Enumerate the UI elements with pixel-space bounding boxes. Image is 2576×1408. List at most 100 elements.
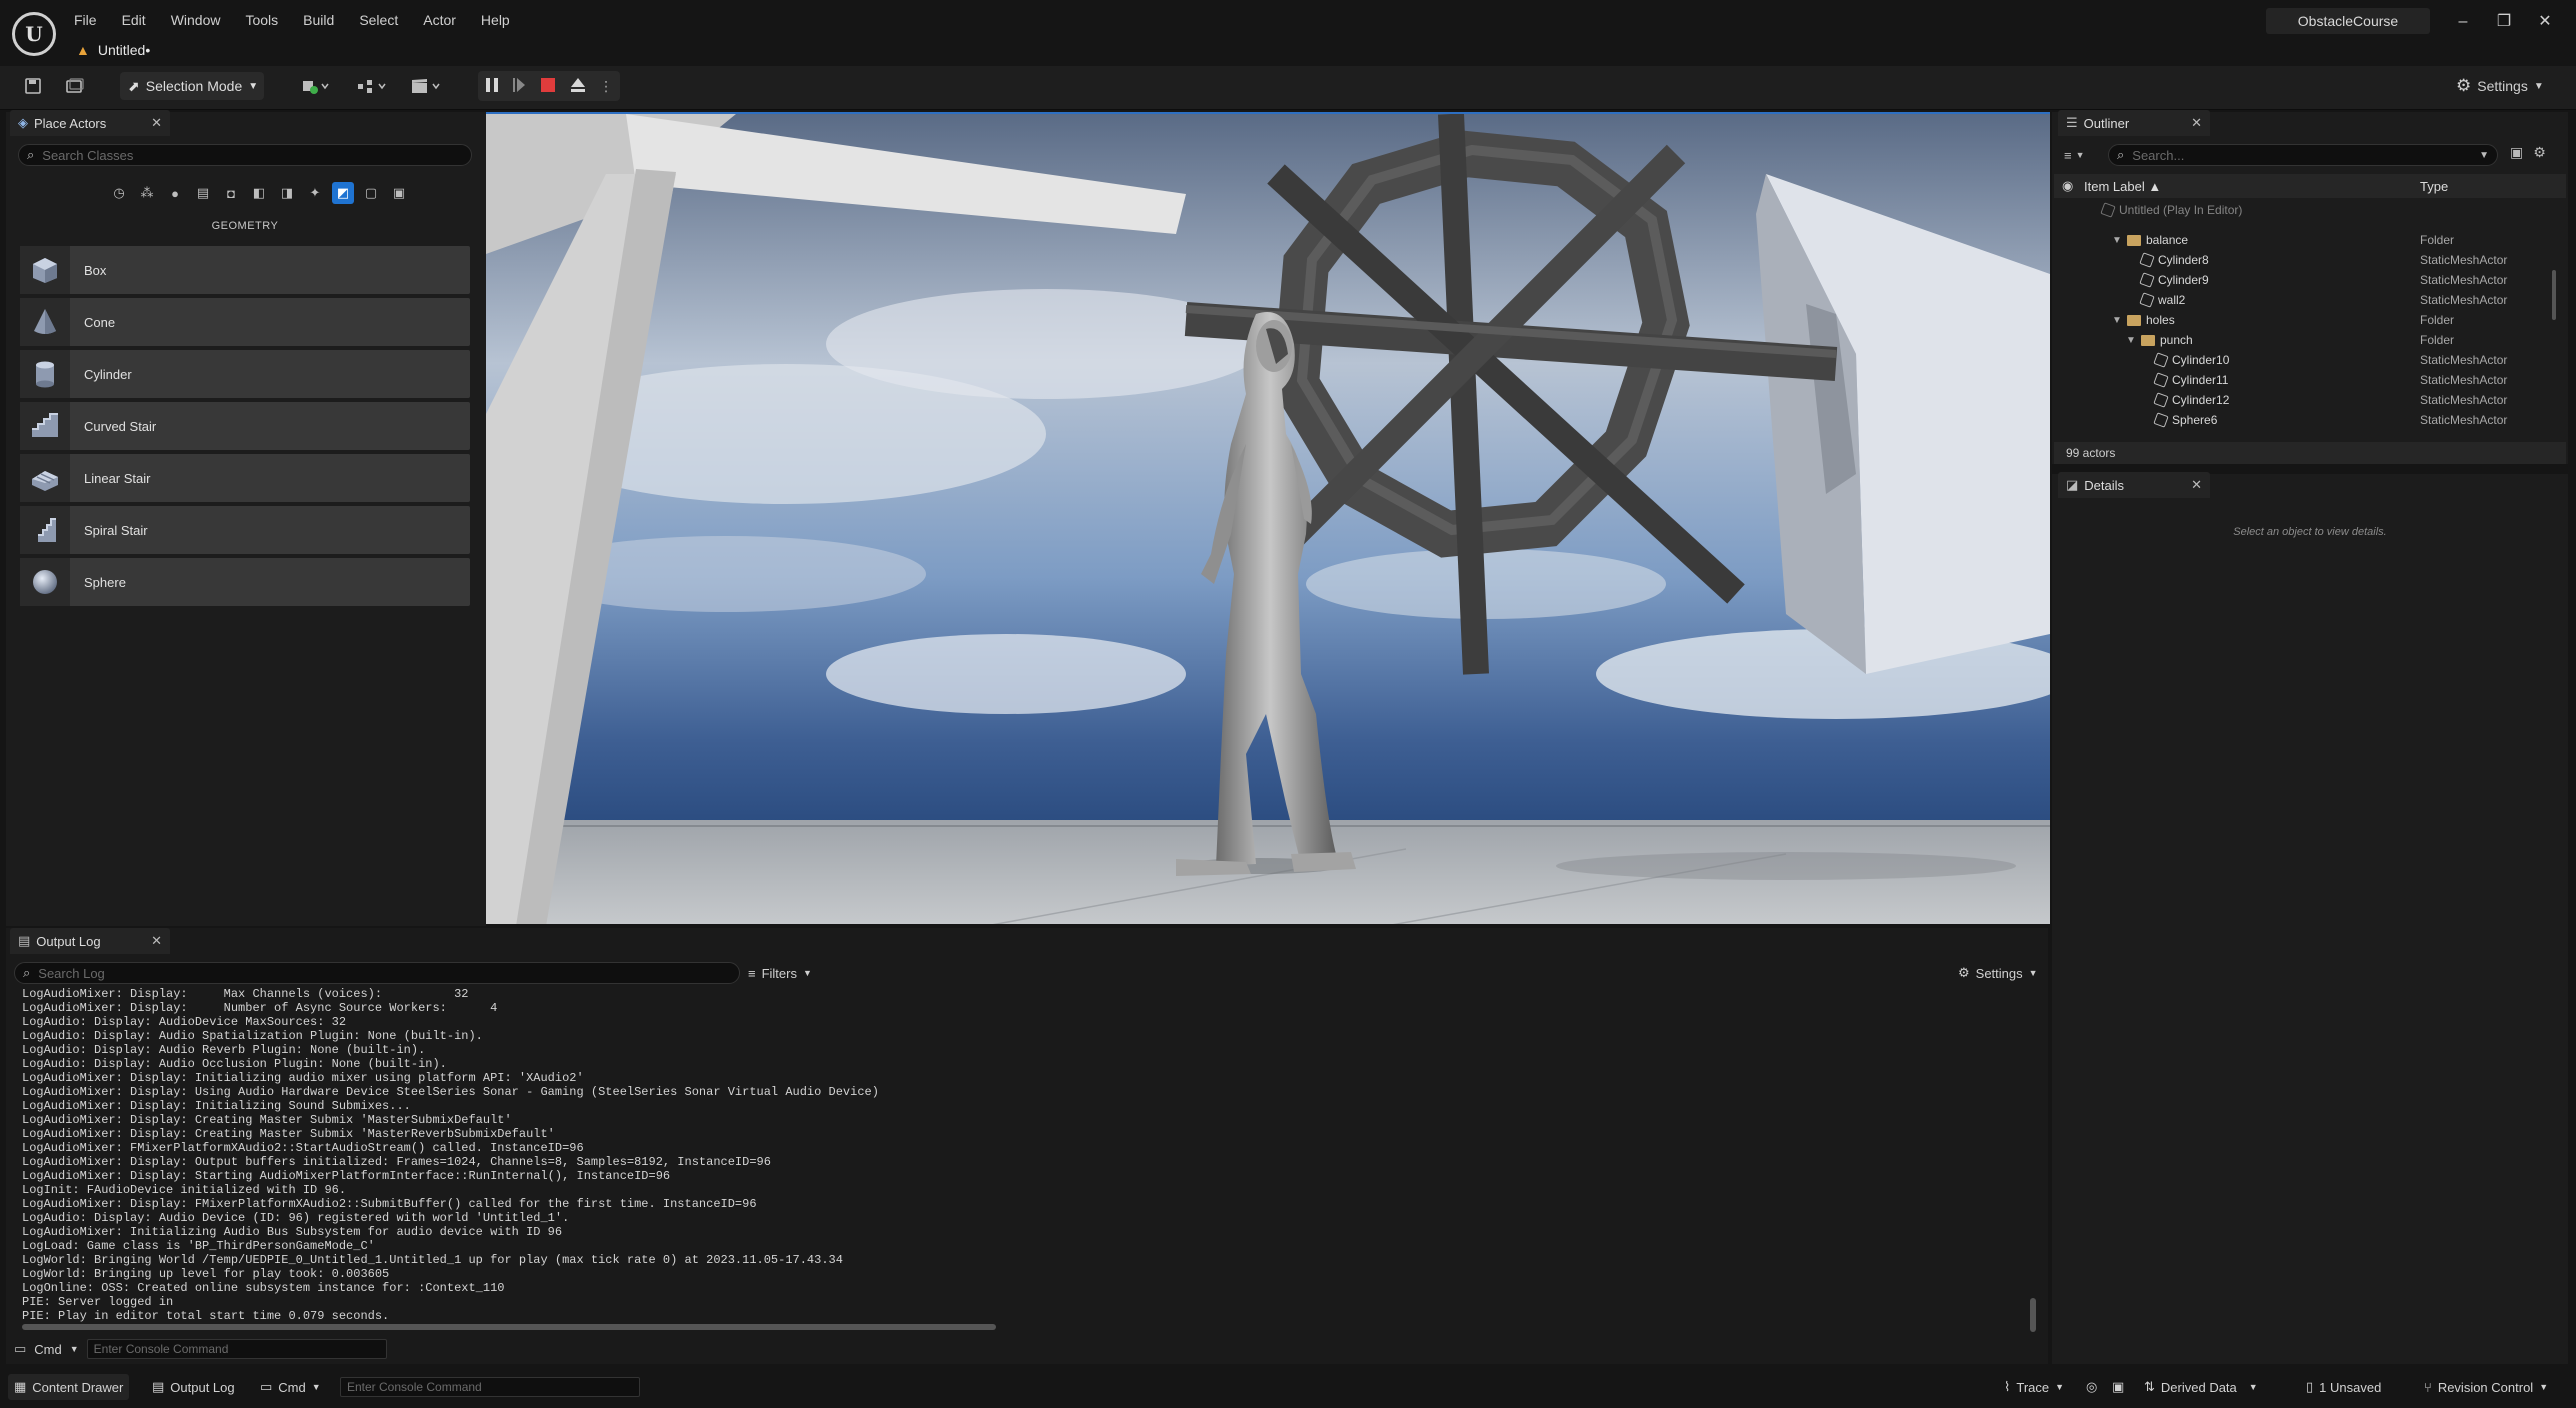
- shapes-icon[interactable]: ⁂: [136, 182, 158, 204]
- place-actors-tab[interactable]: ◈ Place Actors ✕: [10, 110, 170, 136]
- unreal-logo-icon[interactable]: U: [12, 12, 56, 56]
- all-classes-icon[interactable]: ✦: [304, 182, 326, 204]
- static-mesh-icon: [2139, 292, 2155, 308]
- close-icon[interactable]: ✕: [151, 933, 162, 949]
- content-drawer-button[interactable]: ▦ Content Drawer: [8, 1374, 130, 1400]
- close-window-button[interactable]: ✕: [2530, 10, 2560, 34]
- log-filters-button[interactable]: ≡ Filters ▼: [748, 962, 812, 984]
- visibility-eye-icon[interactable]: ◉: [2062, 178, 2073, 194]
- unsaved-button[interactable]: ▯ 1 Unsaved: [2300, 1374, 2387, 1400]
- cinematics-icon[interactable]: [406, 73, 446, 99]
- menu-file[interactable]: File: [74, 12, 97, 28]
- actor-item-cylinder[interactable]: Cylinder: [20, 350, 470, 398]
- actor-item-spiral-stair[interactable]: Spiral Stair: [20, 506, 470, 554]
- basic-icon[interactable]: ▢: [360, 182, 382, 204]
- outliner-search-input[interactable]: ⌕ Search... ▼: [2108, 144, 2498, 166]
- minimize-button[interactable]: –: [2448, 10, 2478, 34]
- close-icon[interactable]: ✕: [151, 115, 162, 131]
- more-options-icon[interactable]: ⋮: [599, 78, 613, 95]
- selection-mode-dropdown[interactable]: ⬈ Selection Mode ▼: [120, 72, 264, 100]
- settings-button[interactable]: ⚙ Settings ▼: [2456, 72, 2544, 100]
- content-browser-icon[interactable]: [62, 73, 88, 99]
- outliner-row[interactable]: wall2 StaticMeshActor: [2054, 290, 2550, 310]
- type-column[interactable]: Type: [2420, 179, 2448, 194]
- output-log-button[interactable]: ▤ Output Log: [146, 1374, 241, 1400]
- expand-arrow-icon[interactable]: ▼: [2126, 335, 2136, 346]
- add-actor-icon[interactable]: [296, 73, 336, 99]
- outliner-row[interactable]: Cylinder10 StaticMeshActor: [2054, 350, 2550, 370]
- cinematic-icon[interactable]: ▤: [192, 182, 214, 204]
- save-icon[interactable]: [20, 73, 46, 99]
- status-console-input[interactable]: Enter Console Command: [340, 1377, 640, 1397]
- outliner-row[interactable]: ▼ punch Folder: [2054, 330, 2550, 350]
- outliner-scrollbar[interactable]: [2552, 270, 2556, 320]
- outliner-row-label-wrap: Cylinder12: [2140, 392, 2229, 408]
- cmd-dropdown[interactable]: Cmd: [34, 1342, 61, 1357]
- extra-icon[interactable]: ▣: [388, 182, 410, 204]
- console-command-input[interactable]: Enter Console Command: [86, 1339, 387, 1359]
- close-icon[interactable]: ✕: [2191, 477, 2202, 493]
- content-drawer-label: Content Drawer: [32, 1379, 124, 1395]
- menu-actor[interactable]: Actor: [423, 12, 456, 28]
- outliner-tab[interactable]: ☰ Outliner ✕: [2058, 110, 2210, 136]
- output-log-tab[interactable]: ▤ Output Log ✕: [10, 928, 170, 954]
- actor-item-sphere[interactable]: Sphere: [20, 558, 470, 606]
- document-tab[interactable]: ▲ Untitled•: [76, 38, 150, 62]
- folder-icon: [2127, 314, 2141, 326]
- search-log-input[interactable]: ⌕ Search Log: [14, 962, 740, 984]
- menu-edit[interactable]: Edit: [122, 12, 146, 28]
- level-viewport[interactable]: [486, 112, 2050, 924]
- outliner-row[interactable]: Cylinder8 StaticMeshActor: [2054, 250, 2550, 270]
- actor-item-box[interactable]: Box: [20, 246, 470, 294]
- add-folder-icon[interactable]: ▣: [2510, 144, 2523, 166]
- actor-item-linear-stair[interactable]: Linear Stair: [20, 454, 470, 502]
- stop-icon[interactable]: [540, 77, 556, 96]
- outliner-row[interactable]: Cylinder12 StaticMeshActor: [2054, 390, 2550, 410]
- record-icon[interactable]: ◎: [2080, 1374, 2103, 1400]
- lights-icon[interactable]: ●: [164, 182, 186, 204]
- outliner-row[interactable]: ▼ balance Folder: [2054, 230, 2550, 250]
- screenshot-icon[interactable]: ▣: [2106, 1374, 2130, 1400]
- menu-tools[interactable]: Tools: [245, 12, 278, 28]
- outliner-icon: ☰: [2066, 115, 2078, 130]
- status-cmd-dropdown[interactable]: ▭ Cmd ▼: [254, 1374, 327, 1400]
- gear-icon[interactable]: ⚙: [2533, 144, 2546, 166]
- search-classes-input[interactable]: ⌕ Search Classes: [18, 144, 472, 166]
- actor-item-cone[interactable]: Cone: [20, 298, 470, 346]
- expand-arrow-icon[interactable]: ▼: [2112, 315, 2122, 326]
- log-line: LogLoad: Game class is 'BP_ThirdPersonGa…: [22, 1239, 375, 1253]
- menu-help[interactable]: Help: [481, 12, 510, 28]
- expand-arrow-icon[interactable]: ▼: [2112, 235, 2122, 246]
- frame-skip-icon[interactable]: [512, 77, 526, 96]
- log-line: LogAudioMixer: Display: Output buffers i…: [22, 1155, 771, 1169]
- log-vertical-scrollbar[interactable]: [2030, 1298, 2036, 1332]
- outliner-root-row[interactable]: Untitled (Play In Editor): [2054, 200, 2550, 220]
- outliner-row[interactable]: Cylinder9 StaticMeshActor: [2054, 270, 2550, 290]
- item-label-column[interactable]: Item Label ▲: [2084, 179, 2161, 194]
- triggers-icon[interactable]: ◨: [276, 182, 298, 204]
- close-icon[interactable]: ✕: [2191, 115, 2202, 131]
- restore-button[interactable]: ❐: [2489, 10, 2519, 34]
- details-tab[interactable]: ◪ Details ✕: [2058, 472, 2210, 498]
- log-horizontal-scrollbar[interactable]: [22, 1324, 996, 1330]
- menu-build[interactable]: Build: [303, 12, 334, 28]
- outliner-filter-button[interactable]: ≡ ▼: [2064, 144, 2104, 166]
- menu-window[interactable]: Window: [171, 12, 221, 28]
- trace-button[interactable]: ⌇ Trace ▼: [1998, 1374, 2070, 1400]
- outliner-row[interactable]: Cylinder11 StaticMeshActor: [2054, 370, 2550, 390]
- visual-effects-icon[interactable]: ◘: [220, 182, 242, 204]
- blueprint-icon[interactable]: [352, 73, 392, 99]
- outliner-row[interactable]: ▼ holes Folder: [2054, 310, 2550, 330]
- derived-data-button[interactable]: ⇅ Derived Data ▼: [2138, 1374, 2264, 1400]
- outliner-header: ◉ Item Label ▲ Type: [2054, 174, 2566, 198]
- volumes-icon[interactable]: ◧: [248, 182, 270, 204]
- geometry-icon[interactable]: ◩: [332, 182, 354, 204]
- log-settings-button[interactable]: ⚙ Settings ▼: [1958, 962, 2038, 984]
- recent-icon[interactable]: ◷: [108, 182, 130, 204]
- pause-icon[interactable]: [485, 77, 499, 96]
- revision-control-button[interactable]: ⑂ Revision Control ▼: [2418, 1374, 2554, 1400]
- menu-select[interactable]: Select: [359, 12, 398, 28]
- eject-icon[interactable]: [570, 77, 586, 96]
- actor-item-curved-stair[interactable]: Curved Stair: [20, 402, 470, 450]
- outliner-row[interactable]: Sphere6 StaticMeshActor: [2054, 410, 2550, 430]
